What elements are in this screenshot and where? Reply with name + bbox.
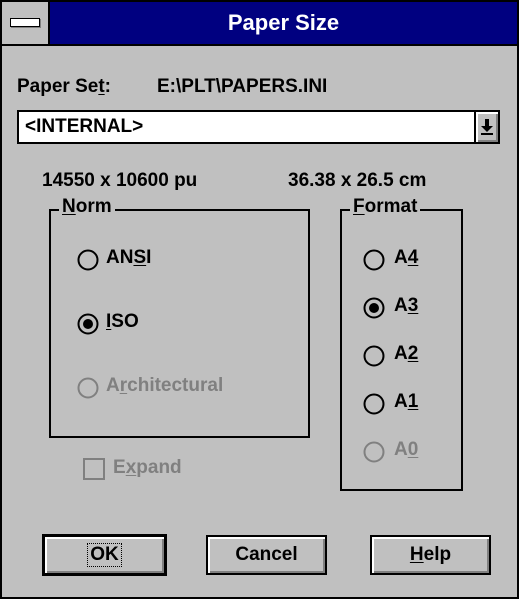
ansi-label[interactable]: ANSI	[106, 247, 151, 269]
cancel-button[interactable]: Cancel	[206, 535, 327, 575]
ok-button[interactable]: OK	[42, 534, 167, 576]
ansi-radio[interactable]	[77, 249, 99, 271]
a1-label[interactable]: A1	[394, 391, 418, 413]
paper-set-combo[interactable]: <INTERNAL>	[17, 110, 500, 144]
a1-radio[interactable]	[363, 393, 385, 415]
a3-radio[interactable]	[363, 297, 385, 319]
a3-label[interactable]: A3	[394, 295, 418, 317]
expand-label[interactable]: Expand	[113, 457, 182, 479]
ok-label: OK	[87, 543, 122, 567]
iso-radio[interactable]	[77, 313, 99, 335]
title-bar: Paper Size	[2, 2, 517, 46]
format-group-title: Format	[350, 196, 421, 218]
size-units: 14550 x 10600 pu	[42, 170, 198, 191]
expand-checkbox[interactable]	[83, 458, 105, 480]
iso-label[interactable]: ISO	[106, 311, 139, 333]
a2-label[interactable]: A2	[394, 343, 418, 365]
a4-label[interactable]: A4	[394, 247, 418, 269]
dialog-title: Paper Size	[227, 10, 340, 35]
architectural-radio[interactable]	[77, 377, 99, 399]
help-button[interactable]: Help	[370, 535, 491, 575]
paper-set-label: Paper Set:	[17, 76, 111, 97]
size-metric: 36.38 x 26.5 cm	[288, 170, 427, 191]
norm-group-title: Norm	[59, 196, 115, 218]
paper-set-path: E:\PLT\PAPERS.INI	[157, 76, 328, 97]
combo-value: <INTERNAL>	[25, 116, 144, 137]
cancel-label: Cancel	[235, 544, 298, 565]
a0-label[interactable]: A0	[394, 439, 418, 461]
a0-radio[interactable]	[363, 441, 385, 463]
dropdown-arrow-icon[interactable]	[474, 112, 498, 142]
a2-radio[interactable]	[363, 345, 385, 367]
help-label: Help	[409, 544, 452, 565]
system-menu-icon[interactable]	[2, 2, 50, 44]
paper-size-dialog: Paper Size Paper Set: E:\PLT\PAPERS.INI …	[0, 0, 519, 599]
architectural-label[interactable]: Architectural	[106, 375, 223, 397]
a4-radio[interactable]	[363, 249, 385, 271]
